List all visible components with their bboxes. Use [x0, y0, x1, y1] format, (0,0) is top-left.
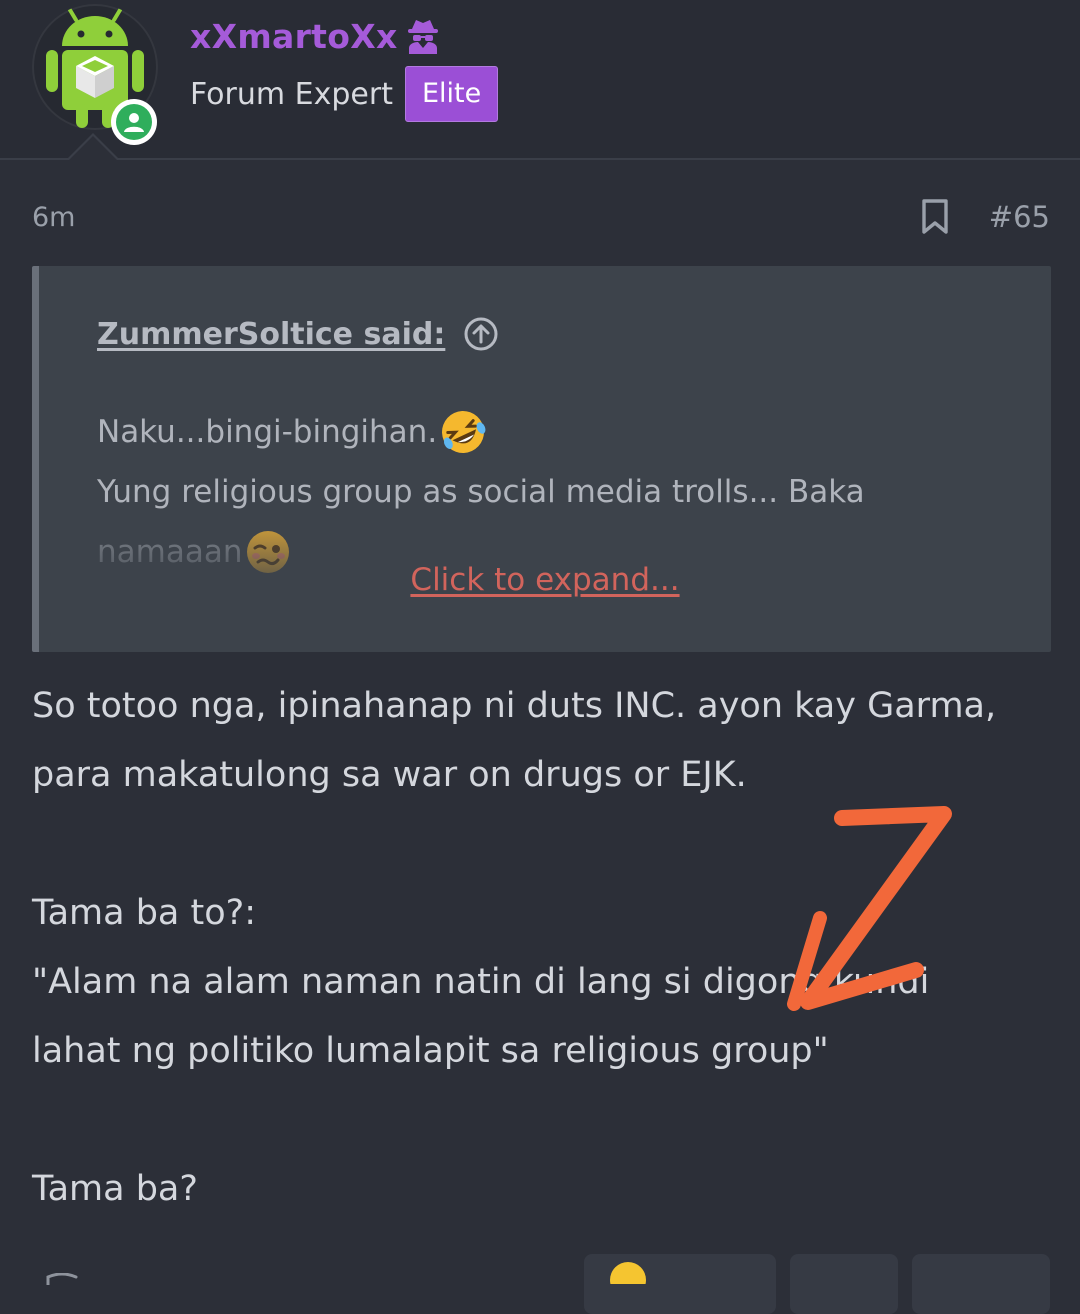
user-secret-icon — [406, 18, 440, 54]
post-footer — [0, 1248, 1080, 1314]
user-badge-elite: Elite — [404, 66, 499, 122]
quote-attribution: ZummerSoltice said: — [97, 316, 499, 352]
post-text-line: para makatulong sa war on drugs or EJK. — [32, 755, 747, 795]
post-body: So totoo nga, ipinahanap ni duts INC. ay… — [32, 672, 1052, 1224]
user-title: Forum Expert — [190, 76, 393, 112]
quote-line: Naku...bingi-bingihan. — [97, 414, 438, 450]
avatar-wrapper[interactable] — [32, 4, 158, 145]
post-number-link[interactable]: #65 — [989, 200, 1050, 234]
post-text-line: lahat ng politiko lumalapit sa religious… — [32, 1031, 829, 1071]
post-text-line: Tama ba? — [32, 1169, 198, 1209]
click-to-expand-link[interactable]: Click to expand... — [39, 562, 1051, 598]
arrow-up-circle-icon[interactable] — [463, 316, 499, 352]
post-meta: 6m #65 — [32, 196, 1050, 240]
user-online-icon — [124, 113, 144, 132]
quote-block: ZummerSoltice said: Naku...bingi-bingiha… — [32, 266, 1051, 652]
username-link[interactable]: xXmartoXx — [190, 17, 398, 56]
reaction-button[interactable] — [584, 1254, 776, 1314]
post-header: xXmartoXx Forum Expert Elite — [0, 0, 1080, 161]
post-text-line: So totoo nga, ipinahanap ni duts INC. ay… — [32, 686, 997, 726]
post-timestamp[interactable]: 6m — [32, 202, 75, 233]
share-button[interactable] — [912, 1254, 1050, 1314]
post-text-line: "Alam na alam naman natin di lang si dig… — [32, 962, 930, 1002]
bookmark-icon[interactable] — [920, 198, 950, 236]
rolling-on-floor-laughing-emoji — [442, 411, 486, 453]
header-pointer — [66, 133, 120, 161]
reply-button[interactable] — [790, 1254, 898, 1314]
username-row: xXmartoXx — [190, 14, 440, 58]
user-title-row: Forum Expert Elite — [190, 66, 499, 122]
reaction-emoji-icon — [610, 1262, 646, 1284]
post-text-line: Tama ba to?: — [32, 893, 256, 933]
quote-author-link[interactable]: ZummerSoltice said: — [97, 317, 445, 352]
